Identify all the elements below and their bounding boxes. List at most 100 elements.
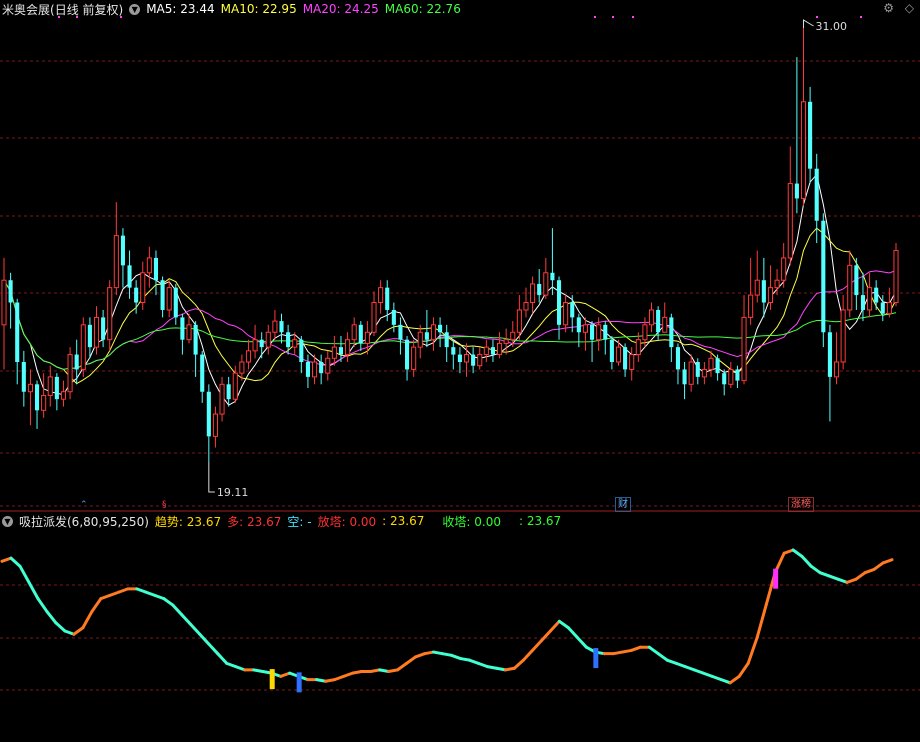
indicator-segment [809, 564, 822, 575]
indicator-line [0, 548, 894, 693]
indicator-segment [216, 652, 229, 665]
stock-name: 米奥会展 [2, 2, 51, 17]
kline-chart[interactable]: 31.00 19.11 ⌃ § [0, 0, 920, 742]
candle-body [371, 302, 377, 333]
chevron-down-icon[interactable]: ▼ [129, 3, 141, 15]
candle-body [200, 354, 205, 392]
kong-value: 空: - [287, 514, 312, 529]
candle-body [880, 302, 885, 314]
indicator-segment [656, 652, 669, 662]
candle-body [537, 283, 542, 296]
candle-body [193, 324, 198, 355]
indicator-segment [737, 661, 750, 678]
candle-body [166, 287, 172, 311]
candle-body [767, 287, 774, 304]
candle-body [516, 309, 522, 333]
candle-body [463, 354, 470, 363]
candle-body [596, 324, 602, 341]
low-price-label: 19.11 [217, 486, 249, 499]
candle-body [648, 309, 655, 326]
candle-body [457, 354, 462, 363]
candle-body [364, 331, 370, 344]
indicator-segment [45, 610, 58, 625]
candle-body [120, 235, 125, 266]
candle-body [774, 279, 780, 289]
candle-body [840, 309, 846, 363]
indicator-segment [881, 558, 894, 565]
candle-body [800, 101, 807, 199]
duo-value: 多: 23.67 [227, 514, 282, 529]
indicator-segment [189, 623, 202, 636]
signal-arrow-icon: ⌃ [80, 500, 88, 510]
candle-body [113, 235, 119, 289]
candle-body [582, 324, 589, 333]
indicator-segment [548, 619, 561, 633]
zhangbang-tag[interactable]: 涨榜 [788, 497, 814, 512]
candle-body [886, 302, 892, 315]
candle-body [424, 332, 429, 340]
cai-tag[interactable]: 财 [615, 497, 631, 512]
candle-body [629, 354, 635, 370]
candle-body [93, 316, 100, 348]
high-price-label: 31.00 [815, 20, 847, 33]
indicator-segment [791, 548, 804, 558]
grid-lines [0, 60, 920, 691]
indicator-segment [755, 603, 768, 639]
candle-body [728, 368, 734, 385]
candle-body [688, 361, 694, 385]
candle-body [385, 287, 390, 310]
signal-arrow-icon: § [162, 500, 167, 510]
settings-icon[interactable]: ⚙ [883, 1, 894, 15]
indicator-segment [521, 648, 534, 662]
candle-body [497, 342, 503, 356]
candle-body [272, 320, 278, 333]
candle-body [80, 324, 86, 370]
chevron-down-icon[interactable]: ▼ [2, 515, 13, 527]
candle-body [483, 346, 489, 356]
candle-body [603, 324, 608, 340]
candle-body [41, 394, 47, 411]
candle-body [662, 316, 668, 333]
candle-body [490, 347, 495, 355]
diamond-icon[interactable]: ◇ [905, 1, 914, 15]
candle-body [708, 357, 714, 370]
candle-body [391, 309, 396, 325]
last-value: : 23.67 [518, 514, 562, 528]
candle-body [833, 361, 840, 378]
indicator-segment [72, 626, 85, 636]
candle-body [675, 347, 681, 370]
candle-body [140, 272, 146, 304]
signal-dot [632, 16, 634, 18]
candle-body [180, 317, 185, 340]
candle-body [748, 294, 754, 318]
ma10-line [3, 227, 897, 385]
candle-body [338, 347, 344, 355]
high-marker [802, 19, 814, 28]
candle-body [563, 302, 569, 326]
candle-body [325, 357, 331, 374]
candle-body [8, 280, 13, 303]
trend-value: 趋势: 23.67 [154, 514, 222, 529]
candle-body [642, 324, 648, 341]
candle-body [127, 265, 132, 288]
sep-value: : 23.67 [382, 514, 425, 528]
candle-body [735, 369, 740, 381]
candle-body [615, 346, 622, 363]
indicator-segment [557, 619, 570, 630]
candle-body [345, 339, 351, 356]
candlesticks [1, 20, 899, 462]
candle-body [682, 369, 687, 385]
indicator-segment [81, 610, 94, 630]
candle-body [153, 257, 159, 281]
candle-body [523, 302, 529, 311]
candle-body [556, 280, 562, 325]
candle-body [722, 373, 727, 385]
candle-body [60, 391, 67, 400]
candle-body [530, 283, 536, 304]
indicator-segment [18, 564, 31, 584]
candle-body [134, 287, 139, 303]
indicator-segment [728, 674, 741, 685]
candle-body [107, 287, 113, 341]
candle-body [874, 287, 879, 303]
candle-body [21, 362, 26, 392]
